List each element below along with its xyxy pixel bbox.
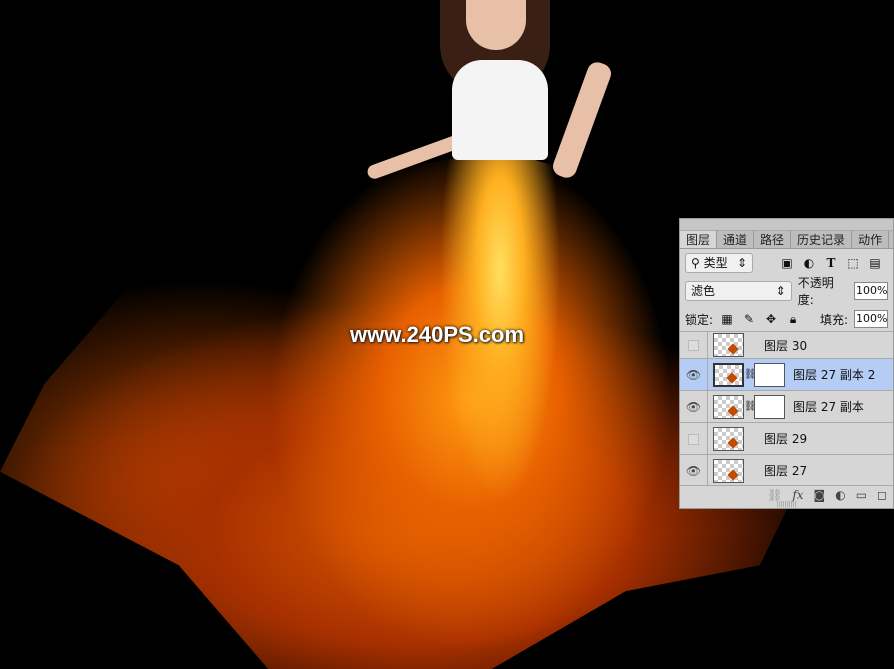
layer-mask-thumbnail[interactable] [754, 362, 785, 387]
panel-tabs: 图层 通道 路径 历史记录 动作 [680, 231, 893, 249]
blend-row: 滤色 ⇕ 不透明度: 100% [680, 276, 893, 307]
layer-name: 图层 27 副本 [793, 400, 864, 414]
eye-icon[interactable]: 👁︎ [680, 455, 708, 485]
tab-actions[interactable]: 动作 [852, 231, 890, 248]
eye-icon[interactable]: 👁︎ [680, 391, 708, 422]
fill-label: 填充: [819, 312, 848, 327]
adjustment-icon[interactable]: ◐ [801, 256, 817, 270]
new-group-icon[interactable]: ▭ [856, 488, 867, 502]
lock-brush-icon[interactable]: ✎ [741, 312, 757, 326]
layer-thumbnail [713, 333, 744, 357]
tab-history[interactable]: 历史记录 [791, 231, 853, 248]
layer-row[interactable]: 图层 29 [680, 423, 893, 455]
layer-name: 图层 30 [764, 338, 808, 353]
layer-row[interactable]: 图层 30 [680, 332, 893, 359]
fx-icon[interactable]: fx [792, 488, 803, 502]
tab-layers[interactable]: 图层 [680, 231, 718, 248]
text-icon[interactable]: T [823, 256, 839, 270]
filter-type-label: 类型 [703, 256, 728, 270]
updown-icon: ⇕ [775, 284, 786, 298]
new-layer-icon[interactable]: ◻ [877, 488, 887, 502]
layer-row[interactable]: 👁︎ ⛓︎ 图层 27 副本 2 [680, 359, 893, 391]
watermark: www.240PS.com [350, 322, 525, 347]
blend-mode-value: 滤色 [691, 284, 716, 298]
eye-icon[interactable]: 👁︎ [680, 359, 708, 390]
visibility-toggle[interactable] [680, 423, 708, 454]
right-arm [550, 59, 614, 181]
layer-thumbnail [713, 426, 744, 451]
lock-label: 锁定: [685, 312, 714, 327]
layer-name: 图层 27 [764, 464, 808, 478]
layers-panel: 图层 通道 路径 历史记录 动作 ⚲ 类型 ⇕ ▣ ◐ T ⬚ ▤ 滤色 ⇕ 不透明… [679, 218, 894, 509]
tab-paths[interactable]: 路径 [754, 231, 792, 248]
smart-object-icon[interactable]: ▤ [867, 256, 883, 270]
layer-name: 图层 27 副本 2 [793, 368, 876, 382]
new-adjustment-icon[interactable]: ◐ [835, 488, 845, 502]
lock-all-icon[interactable]: 🔒︎ [785, 312, 801, 327]
link-layers-icon[interactable]: ⛓︎ [767, 488, 782, 502]
blend-mode-select[interactable]: 滤色 ⇕ [685, 281, 792, 301]
lock-transparent-icon[interactable]: ▦ [719, 312, 735, 326]
lock-move-icon[interactable]: ✥ [763, 312, 779, 326]
visibility-toggle[interactable] [680, 332, 708, 358]
layer-list: 图层 30 👁︎ ⛓︎ 图层 27 副本 2 👁︎ ⛓︎ 图层 27 副本 图层… [680, 331, 893, 485]
layer-thumbnail [713, 458, 744, 483]
shape-icon[interactable]: ⬚ [845, 256, 861, 270]
tab-channels[interactable]: 通道 [717, 231, 755, 248]
chain-link-icon[interactable]: ⛓︎ [744, 369, 757, 380]
filter-type-select[interactable]: ⚲ 类型 ⇕ [685, 253, 753, 273]
filter-row: ⚲ 类型 ⇕ ▣ ◐ T ⬚ ▤ [680, 249, 893, 277]
opacity-label: 不透明度: [797, 276, 834, 307]
search-icon: ⚲ [691, 256, 700, 270]
lock-row: 锁定: ▦ ✎ ✥ 🔒︎ 填充: 100% [680, 305, 893, 333]
resize-grip[interactable]: |||||||||| [680, 502, 893, 508]
chain-link-icon[interactable]: ⛓︎ [744, 401, 757, 412]
layer-name: 图层 29 [764, 432, 808, 446]
updown-icon: ⇕ [736, 256, 747, 270]
layer-thumbnail [713, 362, 744, 387]
layer-thumbnail [713, 394, 744, 419]
layer-row[interactable]: 👁︎ ⛓︎ 图层 27 副本 [680, 391, 893, 423]
layer-mask-thumbnail[interactable] [754, 394, 785, 419]
panel-title-bar[interactable] [680, 219, 893, 231]
image-icon[interactable]: ▣ [779, 256, 795, 270]
fill-input[interactable]: 100% [854, 310, 888, 328]
layer-row[interactable]: 👁︎ 图层 27 [680, 455, 893, 485]
opacity-input[interactable]: 100% [854, 282, 888, 300]
add-mask-icon[interactable]: ◙ [814, 488, 826, 502]
white-top [452, 60, 548, 160]
